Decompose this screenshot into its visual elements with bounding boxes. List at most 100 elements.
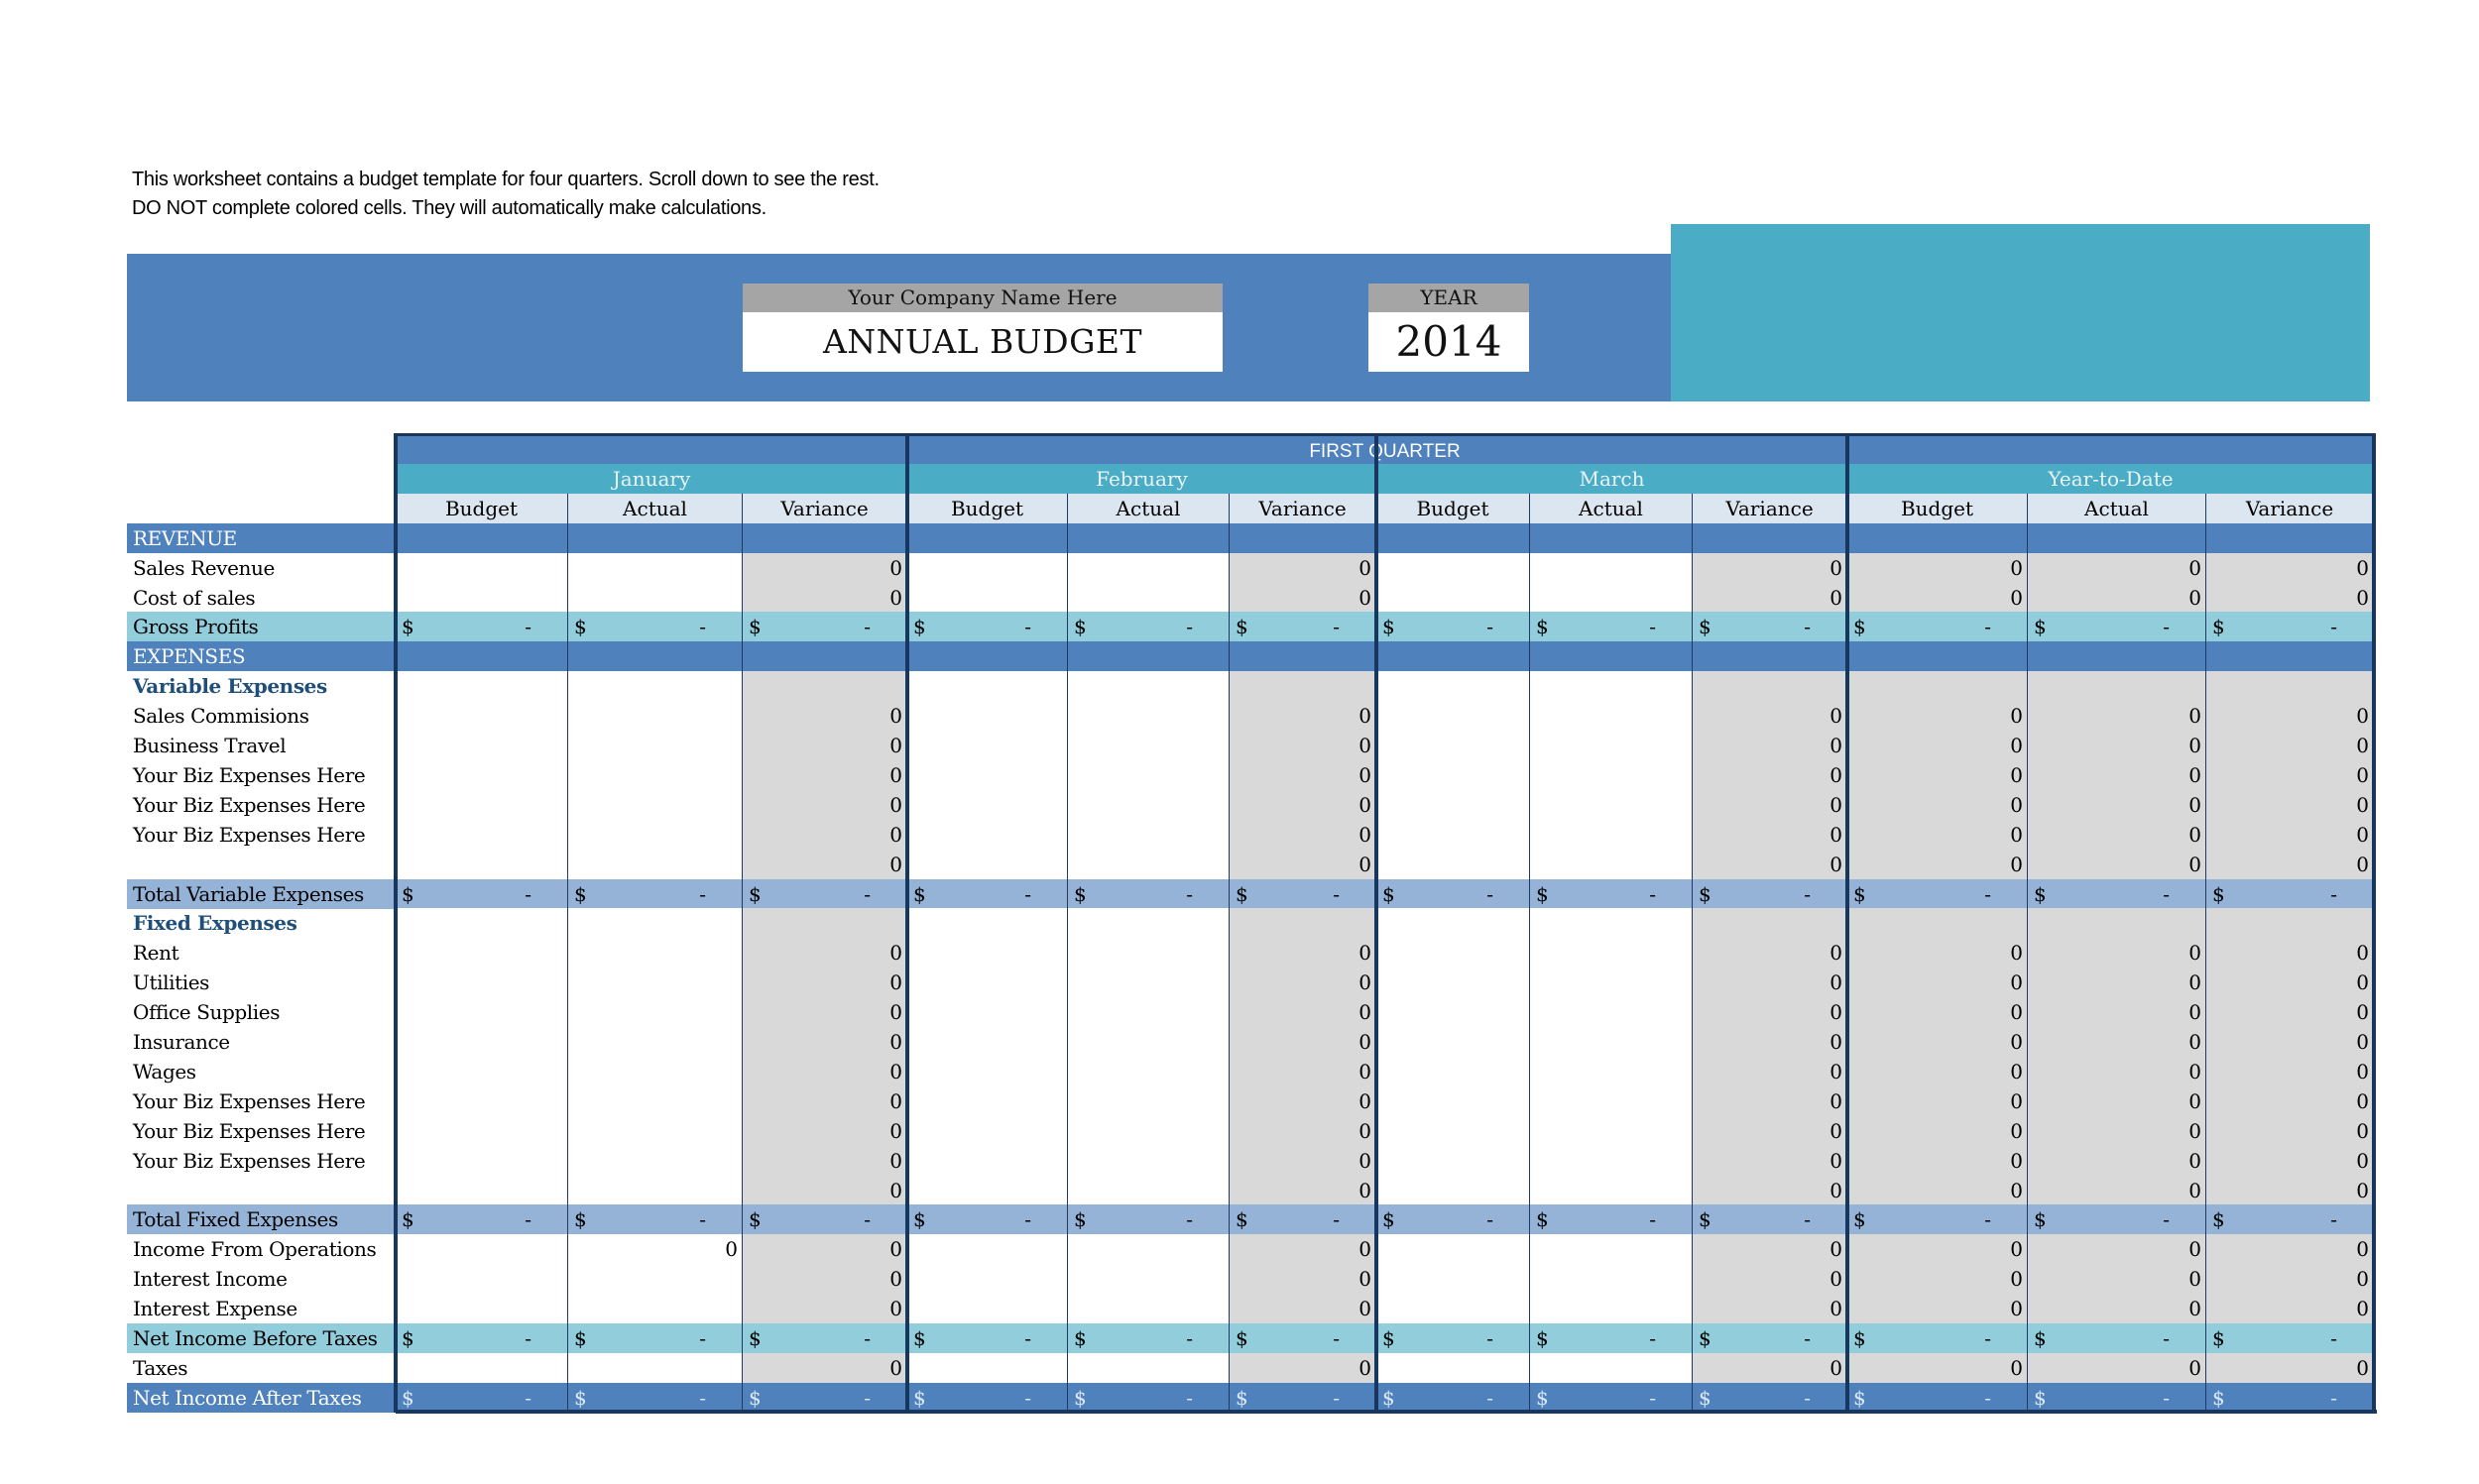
input-cell-jan-budget[interactable] (396, 790, 568, 820)
input-cell-jan-budget[interactable] (396, 731, 568, 760)
input-cell-mar-budget[interactable] (1376, 1116, 1530, 1146)
input-cell-jan-budget[interactable] (396, 1264, 568, 1294)
input-cell-mar-budget[interactable] (1376, 820, 1530, 850)
input-cell-feb-budget[interactable] (907, 908, 1068, 938)
input-cell-feb-actual[interactable] (1068, 1353, 1230, 1383)
input-cell-feb-budget[interactable] (907, 731, 1068, 760)
input-cell-jan-actual[interactable] (568, 938, 743, 968)
input-cell-feb-actual[interactable] (1068, 583, 1230, 613)
input-cell-feb-actual[interactable] (1068, 553, 1230, 583)
input-cell-feb-actual[interactable] (1068, 1264, 1230, 1294)
input-cell-mar-actual[interactable] (1530, 790, 1693, 820)
input-cell-jan-budget[interactable] (396, 968, 568, 997)
input-cell-feb-actual[interactable] (1068, 820, 1230, 850)
input-cell-jan-actual[interactable] (568, 908, 743, 938)
input-cell-mar-budget[interactable] (1376, 968, 1530, 997)
input-cell-feb-budget[interactable] (907, 1146, 1068, 1176)
input-cell-feb-actual[interactable] (1068, 1027, 1230, 1057)
input-cell-mar-actual[interactable] (1530, 583, 1693, 613)
input-cell-jan-budget[interactable] (396, 583, 568, 613)
input-cell-mar-budget[interactable] (1376, 938, 1530, 968)
input-cell-jan-actual[interactable] (568, 553, 743, 583)
input-cell-feb-budget[interactable] (907, 1264, 1068, 1294)
input-cell-jan-budget[interactable] (396, 850, 568, 879)
input-cell-jan-budget[interactable] (396, 760, 568, 790)
input-cell-mar-actual[interactable] (1530, 1234, 1693, 1264)
input-cell-mar-actual[interactable] (1530, 1057, 1693, 1086)
input-cell-jan-actual[interactable] (568, 1057, 743, 1086)
input-cell-mar-actual[interactable] (1530, 850, 1693, 879)
input-cell-feb-budget[interactable] (907, 1353, 1068, 1383)
input-cell-mar-budget[interactable] (1376, 671, 1530, 701)
year-cell[interactable]: 2014 (1368, 312, 1529, 372)
input-cell-jan-budget[interactable] (396, 997, 568, 1027)
input-cell-mar-actual[interactable] (1530, 1353, 1693, 1383)
input-cell-mar-budget[interactable] (1376, 583, 1530, 613)
input-cell-jan-actual[interactable] (568, 1294, 743, 1323)
input-cell-feb-budget[interactable] (907, 553, 1068, 583)
input-cell-jan-actual[interactable] (568, 968, 743, 997)
input-cell-mar-budget[interactable] (1376, 1294, 1530, 1323)
input-cell-jan-budget[interactable] (396, 1353, 568, 1383)
input-cell-jan-budget[interactable] (396, 701, 568, 731)
company-name-cell[interactable]: Your Company Name Here (743, 284, 1223, 312)
input-cell-feb-budget[interactable] (907, 1027, 1068, 1057)
input-cell-jan-budget[interactable] (396, 671, 568, 701)
input-cell-mar-budget[interactable] (1376, 1027, 1530, 1057)
input-cell-mar-budget[interactable] (1376, 731, 1530, 760)
input-cell-mar-actual[interactable] (1530, 1264, 1693, 1294)
input-cell-feb-actual[interactable] (1068, 1294, 1230, 1323)
input-cell-jan-actual[interactable] (568, 1027, 743, 1057)
input-cell-feb-actual[interactable] (1068, 760, 1230, 790)
input-cell-jan-actual[interactable] (568, 760, 743, 790)
input-cell-mar-actual[interactable] (1530, 1027, 1693, 1057)
input-cell-mar-actual[interactable] (1530, 701, 1693, 731)
input-cell-jan-budget[interactable] (396, 1086, 568, 1116)
input-cell-mar-budget[interactable] (1376, 1353, 1530, 1383)
input-cell-mar-actual[interactable] (1530, 1146, 1693, 1176)
input-cell-jan-actual[interactable] (568, 1086, 743, 1116)
input-cell-jan-budget[interactable] (396, 820, 568, 850)
input-cell-jan-actual[interactable] (568, 701, 743, 731)
input-cell-mar-actual[interactable] (1530, 820, 1693, 850)
input-cell-feb-budget[interactable] (907, 790, 1068, 820)
input-cell-mar-actual[interactable] (1530, 1176, 1693, 1205)
input-cell-feb-actual[interactable] (1068, 908, 1230, 938)
input-cell-jan-actual[interactable] (568, 1264, 743, 1294)
input-cell-mar-actual[interactable] (1530, 671, 1693, 701)
input-cell-feb-actual[interactable] (1068, 790, 1230, 820)
input-cell-feb-budget[interactable] (907, 671, 1068, 701)
input-cell-mar-budget[interactable] (1376, 1146, 1530, 1176)
input-cell-feb-budget[interactable] (907, 583, 1068, 613)
input-cell-mar-actual[interactable] (1530, 1294, 1693, 1323)
input-cell-mar-budget[interactable] (1376, 1057, 1530, 1086)
input-cell-mar-actual[interactable] (1530, 908, 1693, 938)
input-cell-jan-budget[interactable] (396, 1116, 568, 1146)
input-cell-mar-actual[interactable] (1530, 997, 1693, 1027)
input-cell-feb-budget[interactable] (907, 1294, 1068, 1323)
input-cell-jan-actual[interactable] (568, 1353, 743, 1383)
input-cell-jan-budget[interactable] (396, 938, 568, 968)
input-cell-feb-actual[interactable] (1068, 1086, 1230, 1116)
input-cell-feb-actual[interactable] (1068, 701, 1230, 731)
input-cell-jan-actual[interactable] (568, 671, 743, 701)
input-cell-mar-actual[interactable] (1530, 731, 1693, 760)
input-cell-jan-budget[interactable] (396, 1027, 568, 1057)
input-cell-jan-actual[interactable] (568, 1176, 743, 1205)
input-cell-feb-actual[interactable] (1068, 850, 1230, 879)
input-cell-feb-budget[interactable] (907, 968, 1068, 997)
input-cell-mar-actual[interactable] (1530, 938, 1693, 968)
input-cell-feb-budget[interactable] (907, 820, 1068, 850)
input-cell-feb-actual[interactable] (1068, 731, 1230, 760)
input-cell-feb-actual[interactable] (1068, 938, 1230, 968)
input-cell-jan-actual[interactable] (568, 850, 743, 879)
input-cell-mar-budget[interactable] (1376, 1264, 1530, 1294)
input-cell-mar-budget[interactable] (1376, 553, 1530, 583)
input-cell-mar-actual[interactable] (1530, 760, 1693, 790)
input-cell-feb-budget[interactable] (907, 997, 1068, 1027)
input-cell-feb-budget[interactable] (907, 1086, 1068, 1116)
input-cell-jan-actual[interactable] (568, 583, 743, 613)
input-cell-jan-budget[interactable] (396, 553, 568, 583)
input-cell-mar-budget[interactable] (1376, 701, 1530, 731)
input-cell-jan-budget[interactable] (396, 1176, 568, 1205)
